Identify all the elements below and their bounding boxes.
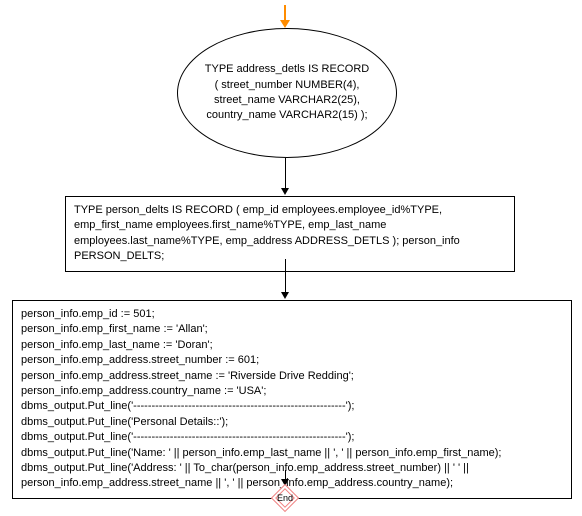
- start-arrow: [284, 5, 286, 27]
- arrow-line: [285, 158, 286, 188]
- assignment-line: dbms_output.Put_line('------------------…: [21, 430, 563, 445]
- record-def-text: TYPE person_delts IS RECORD ( emp_id emp…: [74, 204, 460, 262]
- end-node: End: [270, 486, 300, 510]
- assignment-line: person_info.emp_address.country_name := …: [21, 384, 563, 399]
- rect-node-person-type: TYPE person_delts IS RECORD ( emp_id emp…: [65, 196, 515, 272]
- connector-arrow: [284, 158, 286, 195]
- arrow-head: [281, 188, 289, 195]
- assignment-line: dbms_output.Put_line('Name: ' || person_…: [21, 446, 563, 461]
- connector-arrow: [284, 259, 286, 299]
- rect-node-assignments: person_info.emp_id := 501; person_info.e…: [12, 300, 572, 499]
- assignment-line: person_info.emp_last_name := 'Doran';: [21, 338, 563, 353]
- assignment-line: dbms_output.Put_line('Personal Details::…: [21, 415, 563, 430]
- assignment-line: person_info.emp_address.street_name := '…: [21, 369, 563, 384]
- arrow-line: [285, 259, 286, 292]
- ellipse-node-address-type: TYPE address_detls IS RECORD ( street_nu…: [177, 28, 397, 158]
- assignment-line: dbms_output.Put_line('------------------…: [21, 399, 563, 414]
- assignment-line: person_info.emp_address.street_number :=…: [21, 353, 563, 368]
- arrow-head: [280, 20, 290, 28]
- arrow-head: [281, 292, 289, 299]
- end-label: End: [277, 493, 293, 503]
- arrow-line: [284, 5, 286, 20]
- assignment-line: person_info.emp_first_name := 'Allan';: [21, 322, 563, 337]
- ellipse-text: TYPE address_detls IS RECORD ( street_nu…: [203, 62, 371, 124]
- arrow-line: [285, 470, 286, 479]
- assignment-line: person_info.emp_id := 501;: [21, 307, 563, 322]
